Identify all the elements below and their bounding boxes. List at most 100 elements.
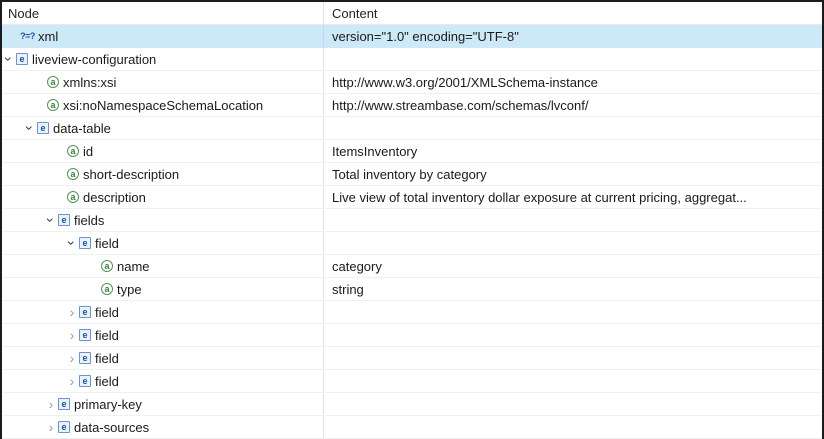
node-cell: atype (2, 278, 324, 300)
node-cell: ?=?xml (2, 25, 324, 47)
tree-row[interactable]: ›efields (2, 209, 822, 232)
tree-row[interactable]: ›eprimary-key (2, 393, 822, 416)
element-icon: e (79, 352, 91, 364)
node-cell: ›eliveview-configuration (2, 48, 324, 70)
content-cell (324, 393, 822, 415)
content-text: http://www.w3.org/2001/XMLSchema-instanc… (332, 75, 598, 90)
tree-row[interactable]: ›e data-table (2, 117, 822, 140)
tree-row[interactable]: ›efield (2, 347, 822, 370)
element-icon: e (37, 122, 49, 134)
node-cell: aname (2, 255, 324, 277)
table-header: Node Content (2, 2, 822, 25)
node-cell: ›efield (2, 347, 324, 369)
tree-row[interactable]: ›efield (2, 324, 822, 347)
node-label: field (95, 328, 119, 343)
attribute-icon: a (67, 145, 79, 157)
attribute-icon: a (101, 283, 113, 295)
tree-row[interactable]: a short-description Total inventory by cat… (2, 163, 822, 186)
attribute-icon: a (67, 168, 79, 180)
node-label: xmlns:xsi (63, 75, 116, 90)
tree-rows: ?=?xmlversion="1.0" encoding="UTF-8"›eli… (2, 25, 822, 439)
content-cell (324, 209, 822, 231)
node-label: data-table (53, 121, 111, 136)
xml-design-tree-view: Node Content ?=?xml version="1.0" encodin… (0, 0, 824, 439)
column-header-node[interactable]: Node (2, 2, 324, 24)
expand-chevron-icon[interactable]: › (66, 374, 78, 388)
node-label: xml (38, 29, 58, 44)
node-cell: ›efield (2, 232, 324, 254)
expand-chevron-icon[interactable]: › (45, 420, 57, 434)
element-icon: e (58, 214, 70, 226)
expand-chevron-icon[interactable]: › (66, 351, 78, 365)
tree-row[interactable]: ›efield (2, 370, 822, 393)
tree-row[interactable]: axmlns:xsi http://www.w3.org/2001/XMLSche… (2, 71, 822, 94)
content-cell: category (324, 255, 822, 277)
content-text: ItemsInventory (332, 144, 417, 159)
element-icon: e (79, 237, 91, 249)
content-cell (324, 301, 822, 323)
node-label: field (95, 351, 119, 366)
node-label: description (83, 190, 146, 205)
content-cell: version="1.0" encoding="UTF-8" (324, 25, 822, 47)
content-text: version="1.0" encoding="UTF-8" (332, 29, 519, 44)
content-cell: ItemsInventory (324, 140, 822, 162)
collapse-chevron-icon[interactable]: › (65, 237, 79, 249)
node-label: xsi:noNamespaceSchemaLocation (63, 98, 263, 113)
content-text: Live view of total inventory dollar expo… (332, 190, 747, 205)
tree-row[interactable]: ›eliveview-configuration (2, 48, 822, 71)
node-cell: ›eprimary-key (2, 393, 324, 415)
content-cell: string (324, 278, 822, 300)
node-label: fields (74, 213, 104, 228)
content-cell: http://www.w3.org/2001/XMLSchema-instanc… (324, 71, 822, 93)
collapse-chevron-icon[interactable]: › (2, 53, 16, 65)
node-cell: ›efields (2, 209, 324, 231)
element-icon: e (79, 375, 91, 387)
content-text: http://www.streambase.com/schemas/lvconf… (332, 98, 588, 113)
node-label: field (95, 305, 119, 320)
tree-row[interactable]: ›efield (2, 232, 822, 255)
element-icon: e (79, 306, 91, 318)
content-cell: Total inventory by category (324, 163, 822, 185)
node-label: field (95, 236, 119, 251)
node-label: short-description (83, 167, 179, 182)
node-label: id (83, 144, 93, 159)
tree-row[interactable]: adescription Live view of total inventory… (2, 186, 822, 209)
content-cell (324, 117, 822, 139)
tree-row[interactable]: ›efield (2, 301, 822, 324)
node-cell: ›efield (2, 324, 324, 346)
attribute-icon: a (47, 99, 59, 111)
content-cell (324, 232, 822, 254)
content-cell: http://www.streambase.com/schemas/lvconf… (324, 94, 822, 116)
element-icon: e (58, 398, 70, 410)
content-text: category (332, 259, 382, 274)
content-cell (324, 370, 822, 392)
content-cell (324, 324, 822, 346)
tree-row[interactable]: atype string (2, 278, 822, 301)
node-cell: axmlns:xsi (2, 71, 324, 93)
tree-row[interactable]: a xsi:noNamespaceSchemaLocation http://www… (2, 94, 822, 117)
content-cell (324, 48, 822, 70)
node-cell: a xsi:noNamespaceSchemaLocation (2, 94, 324, 116)
collapse-chevron-icon[interactable]: › (23, 122, 37, 134)
node-label: field (95, 374, 119, 389)
tree-row[interactable]: ?=?xml version="1.0" encoding="UTF-8" (2, 25, 822, 48)
tree-row[interactable]: aname category (2, 255, 822, 278)
expand-chevron-icon[interactable]: › (66, 328, 78, 342)
node-cell: ›efield (2, 301, 324, 323)
column-header-content[interactable]: Content (324, 2, 822, 24)
column-header-content-label: Content (332, 6, 378, 21)
expand-chevron-icon[interactable]: › (66, 305, 78, 319)
expand-chevron-icon[interactable]: › (45, 397, 57, 411)
tree-row[interactable]: ›edata-sources (2, 416, 822, 439)
node-cell: ›edata-sources (2, 416, 324, 438)
collapse-chevron-icon[interactable]: › (44, 214, 58, 226)
node-label: name (117, 259, 150, 274)
content-text: string (332, 282, 364, 297)
node-cell: a short-description (2, 163, 324, 185)
node-cell: adescription (2, 186, 324, 208)
node-cell: ›efield (2, 370, 324, 392)
node-label: liveview-configuration (32, 52, 156, 67)
tree-row[interactable]: aid ItemsInventory (2, 140, 822, 163)
node-cell: aid (2, 140, 324, 162)
node-label: data-sources (74, 420, 149, 435)
